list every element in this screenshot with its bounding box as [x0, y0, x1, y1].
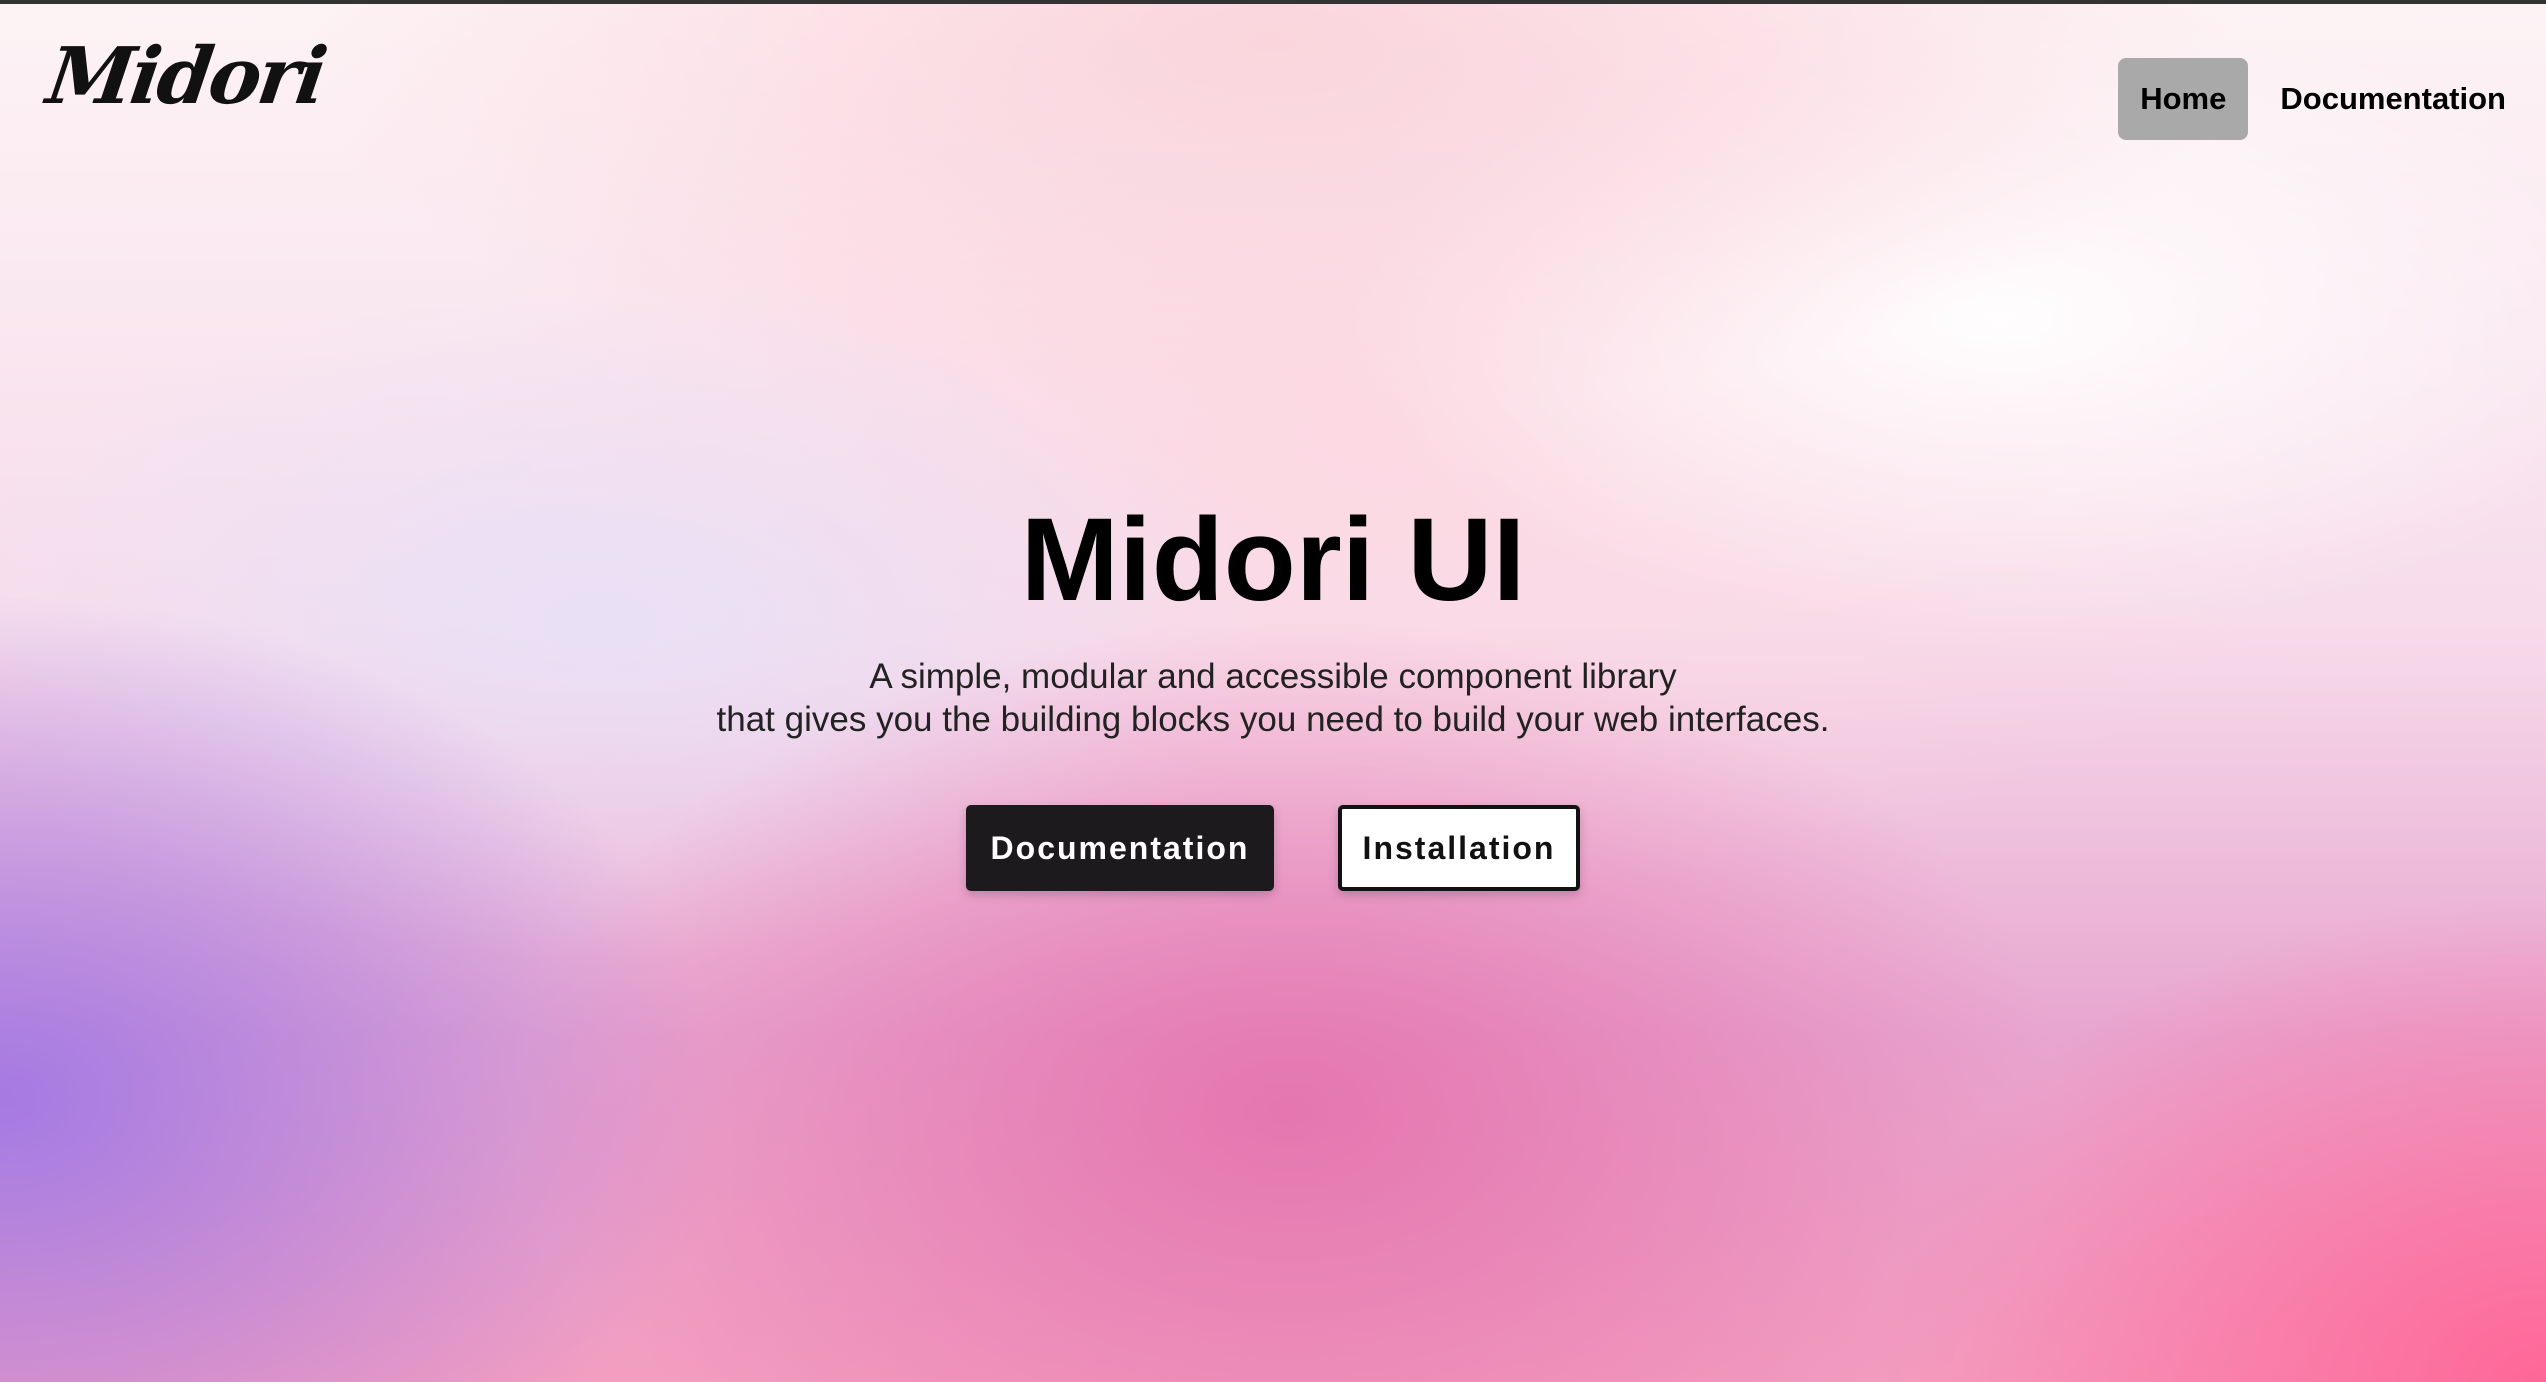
cta-buttons: Documentation Installation	[0, 805, 2546, 891]
installation-button[interactable]: Installation	[1338, 805, 1580, 891]
top-border	[0, 0, 2546, 4]
documentation-button[interactable]: Documentation	[966, 805, 1274, 891]
nav-item-home[interactable]: Home	[2118, 58, 2249, 140]
hero-subtitle-line-2: that gives you the building blocks you n…	[716, 700, 1830, 739]
hero-title: Midori UI	[1020, 494, 1526, 626]
nav-item-documentation[interactable]: Documentation	[2280, 58, 2506, 140]
logo[interactable]: Midori	[42, 31, 330, 122]
main-nav: Home Documentation	[2118, 58, 2506, 140]
hero-subtitle-line-1: A simple, modular and accessible compone…	[869, 657, 1677, 696]
hero-subtitle: A simple, modular and accessible compone…	[0, 655, 2546, 741]
